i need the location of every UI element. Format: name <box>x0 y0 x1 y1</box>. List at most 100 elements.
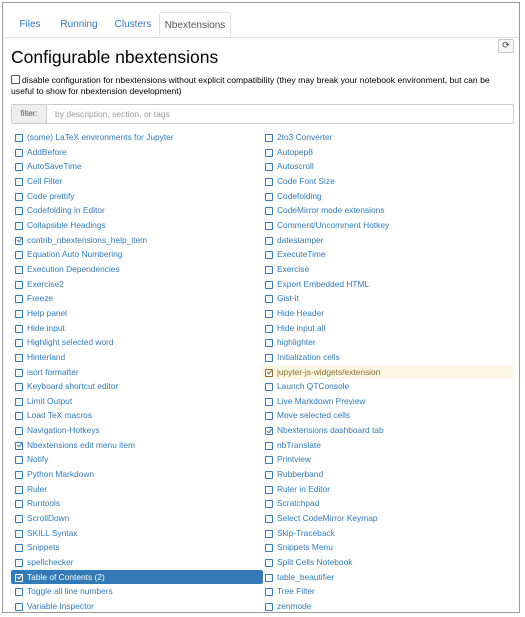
extension-item-comment-uncomment-hotkey[interactable]: Comment/Uncomment Hotkey <box>261 218 514 233</box>
extension-checkbox[interactable] <box>265 573 273 582</box>
extension-item-table-beautifier[interactable]: table_beautifier <box>261 570 514 585</box>
tab-nbextensions[interactable]: Nbextensions <box>159 12 231 36</box>
extension-item-scrolldown[interactable]: ScrollDown <box>11 511 263 526</box>
extension-checkbox[interactable] <box>265 368 273 377</box>
extension-item-initialization-cells[interactable]: Initialization cells <box>261 350 514 365</box>
extension-checkbox[interactable] <box>265 309 273 318</box>
extension-checkbox[interactable] <box>15 588 23 597</box>
extension-checkbox[interactable] <box>265 265 273 274</box>
extension-item-snippets[interactable]: Snippets <box>11 540 263 555</box>
extension-item-notify[interactable]: Notify <box>11 452 263 467</box>
refresh-button[interactable]: ⟳ <box>498 39 514 53</box>
compat-checkbox[interactable] <box>11 75 20 84</box>
extension-item-hide-header[interactable]: Hide Header <box>261 306 514 321</box>
extension-item-navigation-hotkeys[interactable]: Navigation-Hotkeys <box>11 423 263 438</box>
extension-checkbox[interactable] <box>15 441 23 450</box>
extension-item-autoscroll[interactable]: Autoscroll <box>261 159 514 174</box>
extension-item-gist-it[interactable]: Gist-it <box>261 291 514 306</box>
extension-checkbox[interactable] <box>265 412 273 421</box>
extension-checkbox[interactable] <box>265 427 273 436</box>
extension-item-table-of-contents-2[interactable]: Table of Contents (2) <box>11 569 263 585</box>
extension-item-code-font-size[interactable]: Code Font Size <box>261 174 514 189</box>
extension-checkbox[interactable] <box>15 603 23 611</box>
extension-item-live-markdown-preview[interactable]: Live Markdown Preview <box>261 394 514 409</box>
extension-item-hinterland[interactable]: Hinterland <box>11 350 263 365</box>
extension-item-hide-input[interactable]: Hide input <box>11 321 263 336</box>
extension-item-2to3-converter[interactable]: 2to3 Converter <box>261 130 514 145</box>
extension-checkbox[interactable] <box>15 207 23 216</box>
extension-item-split-cells-notebook[interactable]: Split Cells Notebook <box>261 555 514 570</box>
extension-checkbox[interactable] <box>15 529 23 538</box>
extension-item-nbextensions-edit-menu-item[interactable]: Nbextensions edit menu item <box>11 438 263 453</box>
extension-item-jupyter-js-widgets-extension[interactable]: jupyter-js-widgets/extension <box>261 364 514 380</box>
extension-checkbox[interactable] <box>265 295 273 304</box>
extension-item-exercise2[interactable]: Exercise2 <box>11 277 263 292</box>
extension-item-cell-filter[interactable]: Cell Filter <box>11 174 263 189</box>
extension-checkbox[interactable] <box>265 324 273 333</box>
extension-checkbox[interactable] <box>15 280 23 289</box>
extension-checkbox[interactable] <box>15 573 23 582</box>
extension-checkbox[interactable] <box>15 177 23 186</box>
extension-item-spellchecker[interactable]: spellchecker <box>11 555 263 570</box>
extension-item-scratchpad[interactable]: Scratchpad <box>261 496 514 511</box>
extension-checkbox[interactable] <box>265 148 273 157</box>
extension-checkbox[interactable] <box>15 265 23 274</box>
extension-checkbox[interactable] <box>15 309 23 318</box>
extension-item-highlighter[interactable]: highlighter <box>261 335 514 350</box>
extension-item-execution-dependencies[interactable]: Execution Dependencies <box>11 262 263 277</box>
extension-checkbox[interactable] <box>265 192 273 201</box>
extension-checkbox[interactable] <box>265 456 273 465</box>
extension-checkbox[interactable] <box>265 280 273 289</box>
extension-checkbox[interactable] <box>15 163 23 172</box>
extension-item-zenmode[interactable]: zenmode <box>261 599 514 612</box>
extension-item-executetime[interactable]: ExecuteTime <box>261 247 514 262</box>
extension-item-datestamper[interactable]: datestamper <box>261 233 514 248</box>
extension-checkbox[interactable] <box>265 177 273 186</box>
extension-item-hide-input-all[interactable]: Hide input all <box>261 321 514 336</box>
extension-checkbox[interactable] <box>265 559 273 568</box>
extension-item-load-tex-macros[interactable]: Load TeX macros <box>11 408 263 423</box>
extension-item-export-embedded-html[interactable]: Export Embedded HTML <box>261 277 514 292</box>
extension-item-nbtranslate[interactable]: nbTranslate <box>261 438 514 453</box>
extension-checkbox[interactable] <box>265 397 273 406</box>
extension-checkbox[interactable] <box>15 251 23 260</box>
extension-item-launch-qtconsole[interactable]: Launch QTConsole <box>261 379 514 394</box>
filter-input[interactable] <box>47 105 511 123</box>
extension-checkbox[interactable] <box>15 148 23 157</box>
extension-checkbox[interactable] <box>15 500 23 509</box>
extension-item-python-markdown[interactable]: Python Markdown <box>11 467 263 482</box>
extension-checkbox[interactable] <box>15 236 23 245</box>
extension-checkbox[interactable] <box>15 324 23 333</box>
extension-checkbox[interactable] <box>15 353 23 362</box>
extension-checkbox[interactable] <box>265 544 273 553</box>
extension-checkbox[interactable] <box>265 339 273 348</box>
extension-item-tree-filter[interactable]: Tree Filter <box>261 584 514 599</box>
extension-checkbox[interactable] <box>15 383 23 392</box>
extension-checkbox[interactable] <box>15 471 23 480</box>
extension-item-codefolding-in-editor[interactable]: Codefolding in Editor <box>11 203 263 218</box>
extension-item-toggle-all-line-numbers[interactable]: Toggle all line numbers <box>11 584 263 599</box>
extension-item-some-latex-environments-for-jupyter[interactable]: (some) LaTeX environments for Jupyter <box>11 130 263 145</box>
extension-item-skill-syntax[interactable]: SKILL Syntax <box>11 526 263 541</box>
extension-item-freeze[interactable]: Freeze <box>11 291 263 306</box>
extension-item-exercise[interactable]: Exercise <box>261 262 514 277</box>
extension-item-keyboard-shortcut-editor[interactable]: Keyboard shortcut editor <box>11 379 263 394</box>
extension-item-rubberband[interactable]: Rubberband <box>261 467 514 482</box>
extension-checkbox[interactable] <box>15 368 23 377</box>
tab-running[interactable]: Running <box>53 14 105 36</box>
extension-checkbox[interactable] <box>265 353 273 362</box>
extension-item-autosavetime[interactable]: AutoSaveTime <box>11 159 263 174</box>
extension-checkbox[interactable] <box>15 412 23 421</box>
extension-item-isort-formatter[interactable]: isort formatter <box>11 365 263 380</box>
extension-checkbox[interactable] <box>15 221 23 230</box>
tab-clusters[interactable]: Clusters <box>107 14 159 36</box>
extension-checkbox[interactable] <box>265 236 273 245</box>
extension-checkbox[interactable] <box>265 603 273 611</box>
extension-item-contrib-nbextensions-help-item[interactable]: contrib_nbextensions_help_item <box>11 233 263 248</box>
extension-item-codefolding[interactable]: Codefolding <box>261 189 514 204</box>
extension-checkbox[interactable] <box>15 559 23 568</box>
extension-checkbox[interactable] <box>265 134 273 142</box>
extension-checkbox[interactable] <box>15 397 23 406</box>
extension-item-collapsible-headings[interactable]: Collapsible Headings <box>11 218 263 233</box>
extension-checkbox[interactable] <box>15 485 23 494</box>
